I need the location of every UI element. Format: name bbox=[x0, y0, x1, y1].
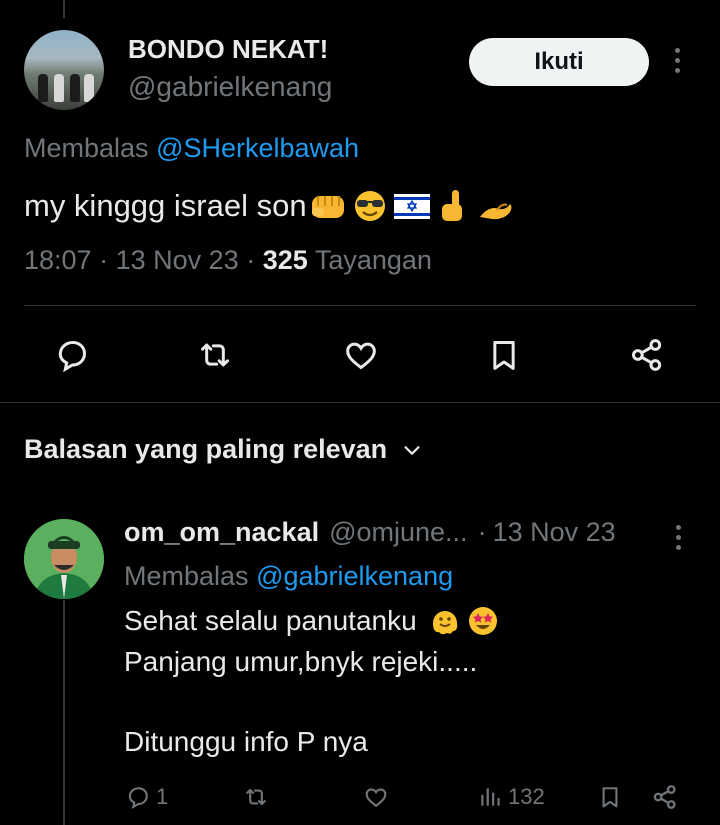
views-label: Tayangan bbox=[314, 245, 432, 275]
replies-sort-header[interactable]: Balasan yang paling relevan bbox=[24, 434, 423, 465]
avatar-figure bbox=[70, 74, 80, 102]
separator: · bbox=[99, 245, 109, 275]
more-options-icon[interactable] bbox=[675, 48, 680, 73]
bookmark-icon[interactable] bbox=[479, 330, 529, 380]
reply-line-1: Sehat selalu panutanku bbox=[124, 605, 417, 636]
reply-line-3: Ditunggu info P nya bbox=[124, 726, 368, 757]
reply-date[interactable]: 13 Nov 23 bbox=[493, 517, 616, 548]
reply-author-name[interactable]: om_om_nackal bbox=[124, 517, 319, 548]
reply-avatar[interactable] bbox=[24, 519, 104, 599]
star-struck-icon bbox=[468, 607, 497, 635]
reply-line-2: Panjang umur,bnyk rejeki..... bbox=[124, 646, 478, 677]
replying-to-label: Membalas bbox=[24, 133, 149, 163]
tweet-date[interactable]: 13 Nov 23 bbox=[116, 245, 239, 275]
like-icon[interactable] bbox=[336, 330, 386, 380]
tweet-text: my kinggg israel son bbox=[24, 188, 307, 223]
reply-count: 1 bbox=[156, 784, 169, 809]
reply-reply-button[interactable]: 1 bbox=[124, 780, 168, 814]
reply-views-count: 132 bbox=[508, 784, 545, 809]
reply-text-line: Sehat selalu panutanku bbox=[124, 605, 499, 637]
share-icon[interactable] bbox=[622, 330, 672, 380]
reply-author-handle[interactable]: @omjune... bbox=[329, 517, 467, 548]
replying-to-mention[interactable]: @SHerkelbawah bbox=[156, 133, 359, 163]
reply-like-button[interactable] bbox=[362, 780, 390, 814]
retweet-icon[interactable] bbox=[190, 330, 240, 380]
divider bbox=[24, 305, 696, 306]
follow-button[interactable]: Ikuti bbox=[469, 38, 649, 86]
replying-to-mention[interactable]: @gabrielkenang bbox=[256, 561, 453, 591]
reply-replying-to: Membalas @gabrielkenang bbox=[124, 561, 453, 592]
replying-to: Membalas @SHerkelbawah bbox=[24, 133, 359, 164]
tweet-body: my kinggg israel son bbox=[24, 188, 515, 224]
author-handle[interactable]: @gabrielkenang bbox=[128, 71, 332, 103]
views-count: 325 bbox=[262, 245, 308, 275]
chevron-down-icon bbox=[404, 445, 420, 455]
tweet-emojis bbox=[309, 189, 515, 223]
replies-sort-label: Balasan yang paling relevan bbox=[24, 434, 388, 464]
tweet-time[interactable]: 18:07 bbox=[24, 245, 92, 275]
author-name[interactable]: BONDO NEKAT! bbox=[128, 34, 328, 65]
bookmark-icon bbox=[602, 787, 618, 808]
reply-retweet-button[interactable] bbox=[242, 780, 270, 814]
avatar-figure bbox=[84, 74, 94, 102]
separator: · bbox=[477, 517, 487, 547]
index-pointing-up-icon bbox=[441, 190, 462, 221]
reply-bookmark-button[interactable] bbox=[596, 780, 624, 814]
smiling-face-with-sunglasses-icon bbox=[354, 191, 385, 221]
thread-connector bbox=[63, 600, 65, 825]
views-icon bbox=[481, 788, 500, 806]
flag-israel-icon bbox=[393, 194, 430, 219]
retweet-icon bbox=[246, 788, 266, 806]
melting-face-icon bbox=[432, 611, 457, 635]
reply-views-button[interactable]: 132 bbox=[478, 780, 545, 814]
avatar[interactable] bbox=[24, 30, 104, 110]
tweet-meta: 18:07 · 13 Nov 23 · 325 Tayangan bbox=[24, 245, 432, 276]
reply-more-options-icon[interactable] bbox=[676, 525, 681, 550]
divider bbox=[0, 402, 720, 403]
share-icon bbox=[653, 785, 676, 809]
reply-icon bbox=[128, 787, 148, 810]
reply-icon[interactable] bbox=[47, 330, 97, 380]
like-icon bbox=[365, 788, 387, 808]
replying-to-label: Membalas bbox=[124, 561, 249, 591]
thread-connector bbox=[63, 0, 65, 18]
oncoming-fist-icon bbox=[311, 196, 344, 218]
avatar-figure bbox=[54, 74, 64, 102]
reply-header: om_om_nackal @omjune... · 13 Nov 23 bbox=[124, 517, 616, 548]
action-bar bbox=[0, 330, 720, 380]
separator: · bbox=[246, 245, 256, 275]
avatar-figure bbox=[38, 74, 48, 102]
flexed-arm-icon bbox=[479, 203, 512, 220]
reply-share-button[interactable] bbox=[650, 780, 680, 814]
